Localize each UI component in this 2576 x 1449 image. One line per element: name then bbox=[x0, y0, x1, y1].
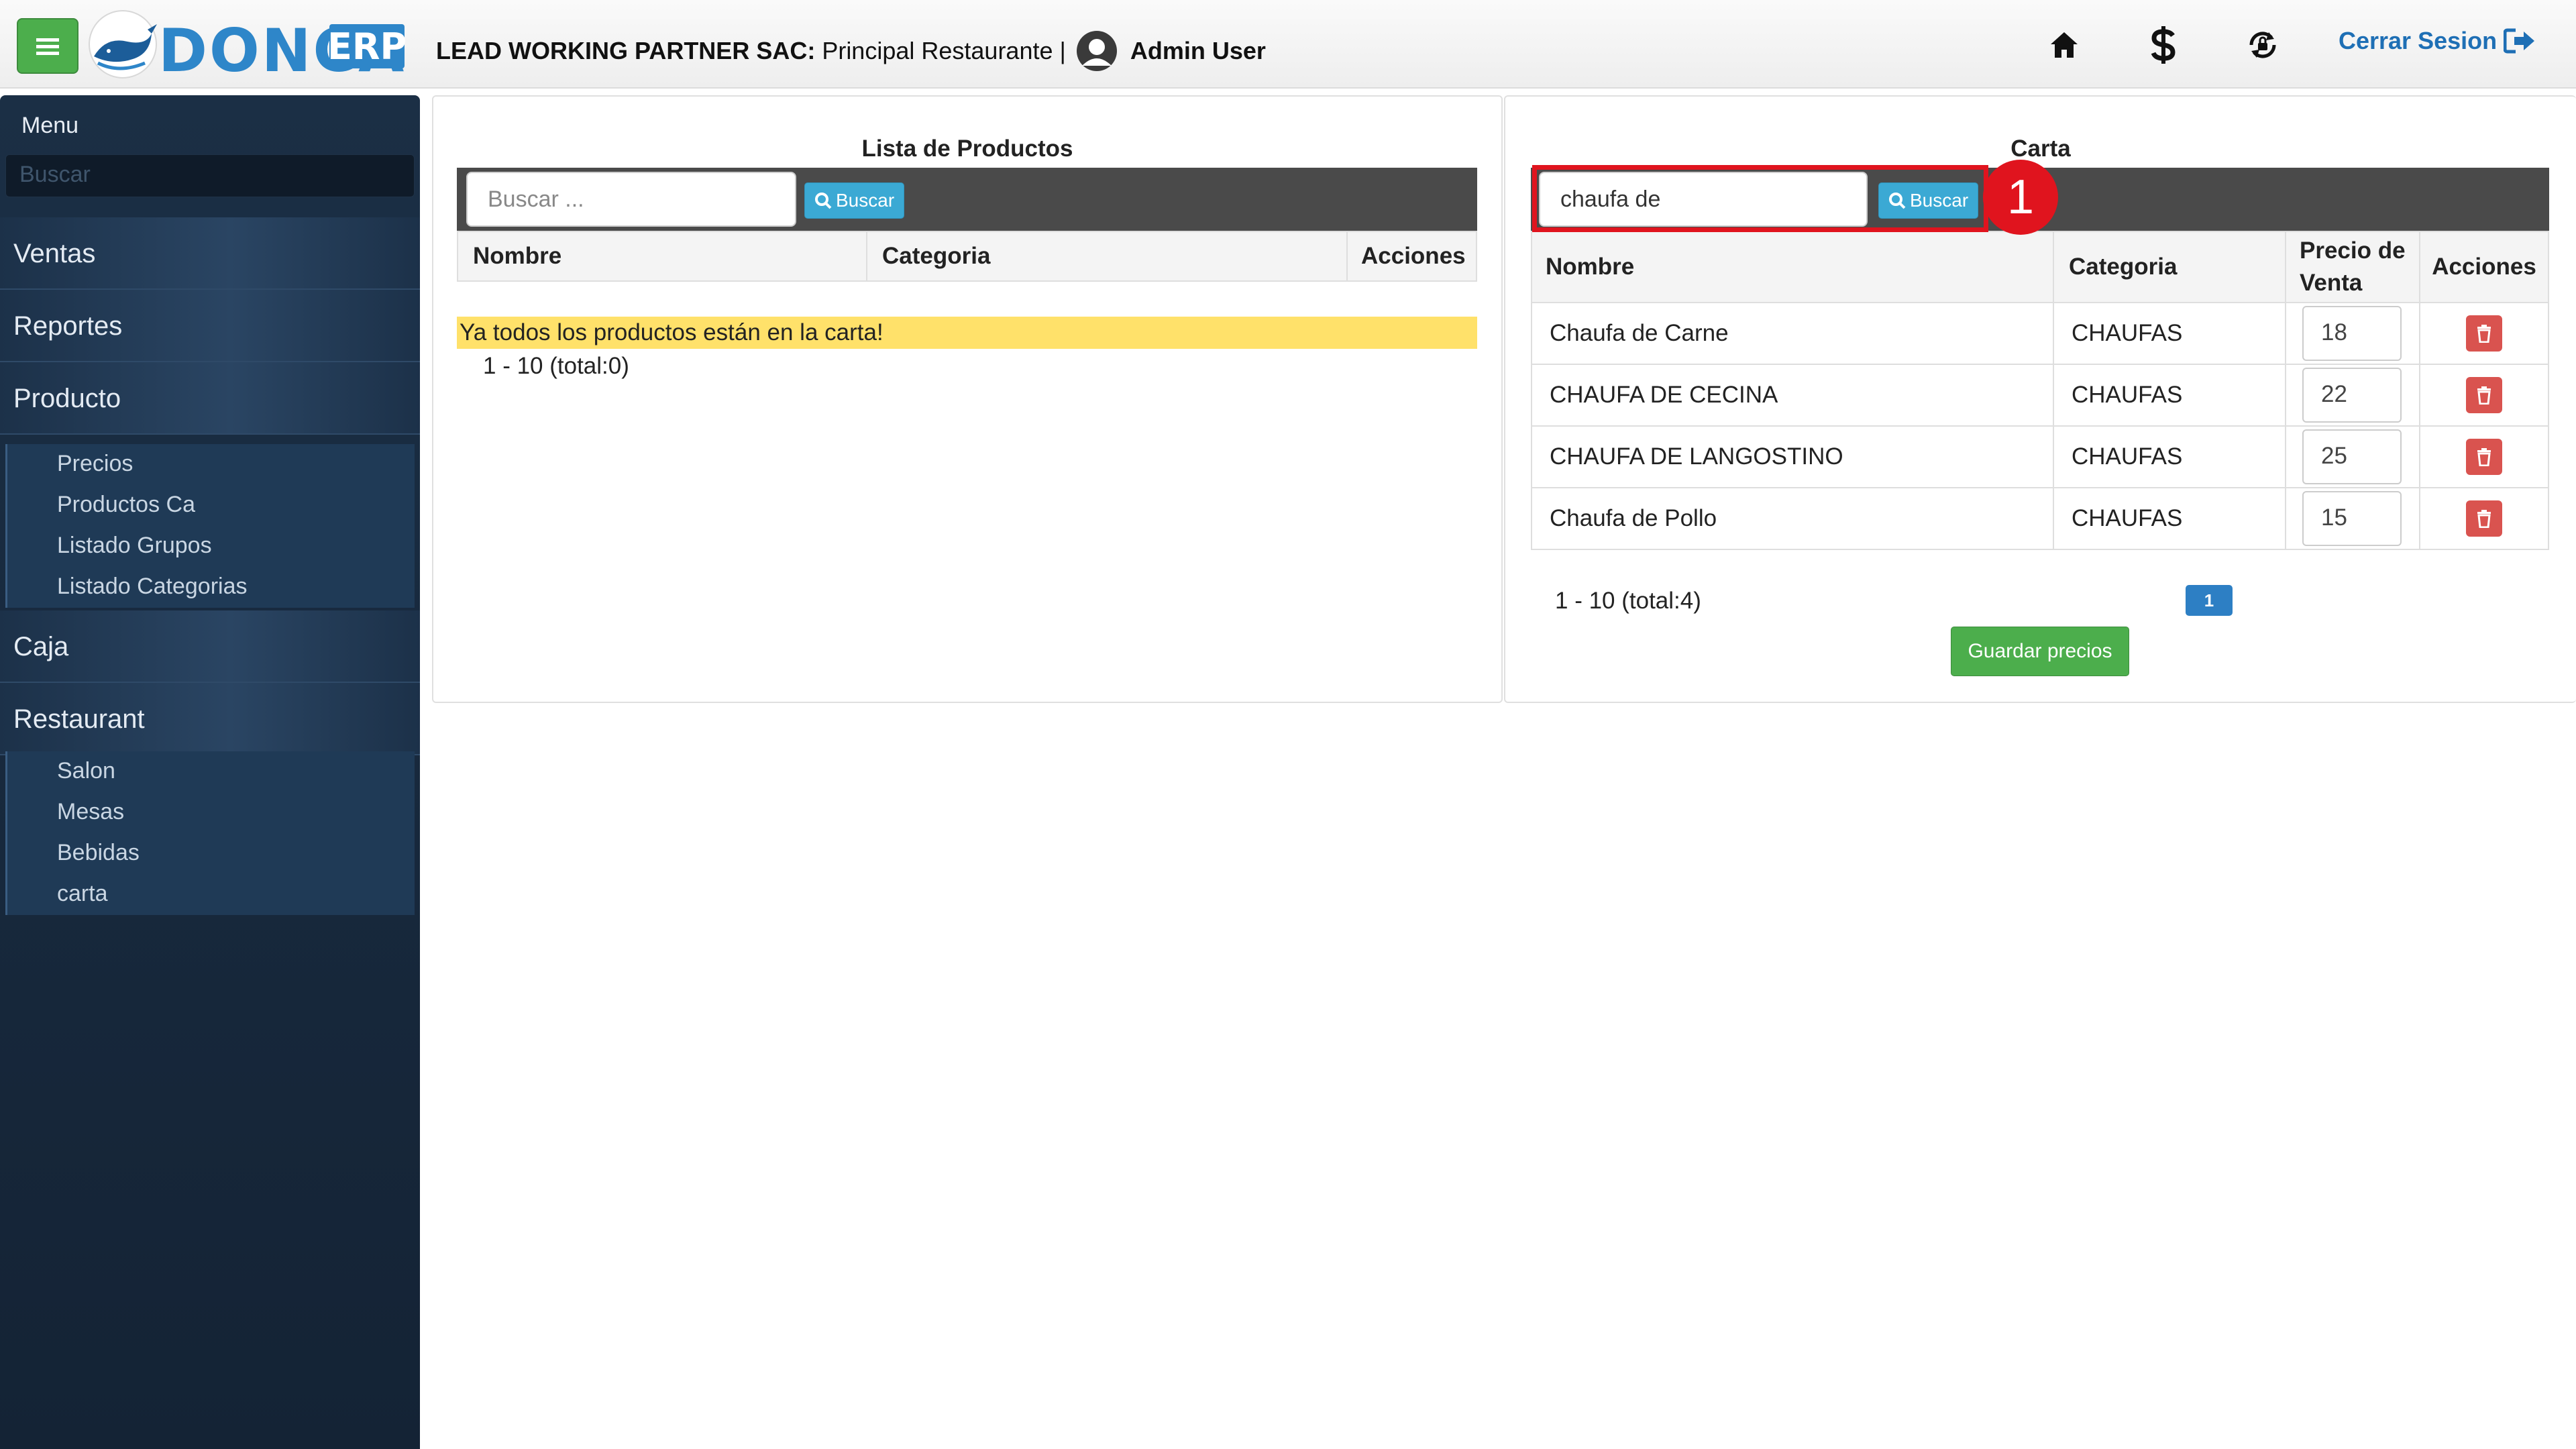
sidebar-item-caja[interactable]: Caja bbox=[0, 610, 420, 683]
menu-row-name: CHAUFA DE CECINA bbox=[1531, 364, 2054, 427]
products-col-nombre[interactable]: Nombre bbox=[457, 231, 867, 282]
logout-icon bbox=[2504, 28, 2535, 54]
trash-icon bbox=[2477, 386, 2491, 405]
menu-row-delete-button[interactable] bbox=[2466, 315, 2502, 352]
sidebar-item-restaurant[interactable]: Restaurant bbox=[0, 683, 420, 755]
products-search-input[interactable]: Buscar ... bbox=[466, 172, 796, 227]
menu-col-categoria[interactable]: Categoria bbox=[2053, 231, 2286, 303]
sidebar-search-input[interactable]: Buscar bbox=[5, 154, 415, 197]
sidebar-subitem-productos-ca[interactable]: Productos Ca bbox=[7, 485, 415, 526]
menu-row-name: Chaufa de Carne bbox=[1531, 302, 2054, 365]
branch-name: Principal Restaurante | bbox=[822, 37, 1066, 64]
menu-row-name: Chaufa de Pollo bbox=[1531, 487, 2054, 550]
products-search-button[interactable]: Buscar bbox=[804, 182, 905, 219]
user-avatar-icon bbox=[1076, 31, 1117, 71]
menu-col-nombre[interactable]: Nombre bbox=[1531, 231, 2054, 303]
products-search-bar: Buscar ... Buscar bbox=[457, 168, 1477, 231]
trash-icon bbox=[2477, 510, 2491, 528]
dollar-icon bbox=[2151, 26, 2176, 64]
logout-button[interactable]: Cerrar Sesion bbox=[2339, 27, 2536, 55]
products-list-title: Lista de Productos bbox=[861, 136, 1073, 162]
header-context: LEAD WORKING PARTNER SAC: Principal Rest… bbox=[436, 30, 1266, 72]
sidebar-submenu-producto: Precios Productos Ca Listado Grupos List… bbox=[5, 444, 415, 608]
menu-row-category: CHAUFAS bbox=[2053, 302, 2286, 365]
menu-row-price-input[interactable]: 22 bbox=[2302, 368, 2402, 423]
sidebar-subitem-bebidas[interactable]: Bebidas bbox=[7, 833, 415, 874]
sidebar-subitem-carta[interactable]: carta bbox=[7, 874, 415, 915]
brand-logo[interactable]: DONCA ERP bbox=[86, 9, 408, 85]
menu-row-category: CHAUFAS bbox=[2053, 364, 2286, 427]
menu-row-category: CHAUFAS bbox=[2053, 487, 2286, 550]
dollar-button[interactable] bbox=[2141, 23, 2186, 67]
pagination-page-1[interactable]: 1 bbox=[2186, 585, 2233, 616]
lock-refresh-button[interactable] bbox=[2241, 23, 2285, 67]
menu-col-acciones: Acciones bbox=[2419, 231, 2549, 303]
menu-row-price-input[interactable]: 25 bbox=[2302, 429, 2402, 484]
menu-row-name: CHAUFA DE LANGOSTINO bbox=[1531, 425, 2054, 488]
menu-pager: 1 - 10 (total:4) bbox=[1555, 588, 1701, 614]
lock-refresh-icon bbox=[2249, 32, 2276, 58]
top-bar: DONCA ERP LEAD WORKING PARTNER SAC: Prin… bbox=[0, 0, 2576, 89]
products-table: Nombre Categoria Acciones bbox=[457, 231, 1477, 282]
trash-icon bbox=[2477, 325, 2491, 343]
sidebar-subitem-listado-categorias[interactable]: Listado Categorias bbox=[7, 567, 415, 608]
menu-row-delete-button[interactable] bbox=[2466, 500, 2502, 537]
menu-search-input[interactable]: chaufa de bbox=[1539, 172, 1868, 227]
user-name[interactable]: Admin User bbox=[1130, 37, 1266, 65]
step-marker: 1 bbox=[1983, 160, 2058, 235]
menu-row-delete-button[interactable] bbox=[2466, 377, 2502, 413]
trash-icon bbox=[2477, 448, 2491, 466]
menu-table: Nombre Categoria Precio de Venta Accione… bbox=[1531, 231, 2549, 550]
whale-logo-icon bbox=[89, 10, 157, 78]
products-pager: 1 - 10 (total:0) bbox=[483, 353, 629, 379]
save-prices-button[interactable]: Guardar precios bbox=[1951, 627, 2129, 676]
menu-search-button[interactable]: Buscar bbox=[1878, 182, 1979, 219]
sidebar-item-ventas[interactable]: Ventas bbox=[0, 217, 420, 290]
sidebar-submenu-restaurant: Salon Mesas Bebidas carta bbox=[5, 751, 415, 915]
table-row: CHAUFA DE CECINA CHAUFAS 22 bbox=[1531, 364, 2549, 427]
menu-row-delete-button[interactable] bbox=[2466, 439, 2502, 475]
search-icon bbox=[815, 193, 832, 209]
products-col-acciones: Acciones bbox=[1346, 231, 1477, 282]
menu-row-price-input[interactable]: 15 bbox=[2302, 491, 2402, 546]
menu-title: Carta bbox=[2010, 136, 2071, 162]
logout-label: Cerrar Sesion bbox=[2339, 27, 2498, 54]
sidebar-item-reportes[interactable]: Reportes bbox=[0, 290, 420, 362]
brand-badge: ERP bbox=[327, 24, 407, 68]
hamburger-icon bbox=[36, 38, 59, 55]
menu-search-button-label: Buscar bbox=[1910, 190, 1969, 211]
sidebar-subitem-mesas[interactable]: Mesas bbox=[7, 792, 415, 833]
menu-row-price-input[interactable]: 18 bbox=[2302, 306, 2402, 361]
table-row: CHAUFA DE LANGOSTINO CHAUFAS 25 bbox=[1531, 425, 2549, 488]
company-name: LEAD WORKING PARTNER SAC: bbox=[436, 37, 816, 64]
sidebar-subitem-listado-grupos[interactable]: Listado Grupos bbox=[7, 526, 415, 567]
menu-toggle-button[interactable] bbox=[17, 18, 78, 74]
sidebar-subitem-salon[interactable]: Salon bbox=[7, 751, 415, 792]
table-row: Chaufa de Carne CHAUFAS 18 bbox=[1531, 302, 2549, 365]
all-in-menu-alert: Ya todos los productos están en la carta… bbox=[457, 317, 1477, 349]
products-col-categoria[interactable]: Categoria bbox=[866, 231, 1348, 282]
sidebar: Menu Buscar Ventas Reportes Producto Pre… bbox=[0, 95, 420, 1449]
home-icon bbox=[2051, 32, 2078, 58]
products-search-button-label: Buscar bbox=[836, 190, 895, 211]
menu-row-category: CHAUFAS bbox=[2053, 425, 2286, 488]
sidebar-subitem-precios[interactable]: Precios bbox=[7, 444, 415, 485]
search-icon bbox=[1889, 193, 1906, 209]
menu-col-precio[interactable]: Precio de Venta bbox=[2285, 231, 2420, 303]
table-row: Chaufa de Pollo CHAUFAS 15 bbox=[1531, 487, 2549, 550]
home-button[interactable] bbox=[2042, 23, 2086, 67]
sidebar-item-producto[interactable]: Producto bbox=[0, 362, 420, 435]
sidebar-menu-label: Menu bbox=[21, 113, 79, 138]
